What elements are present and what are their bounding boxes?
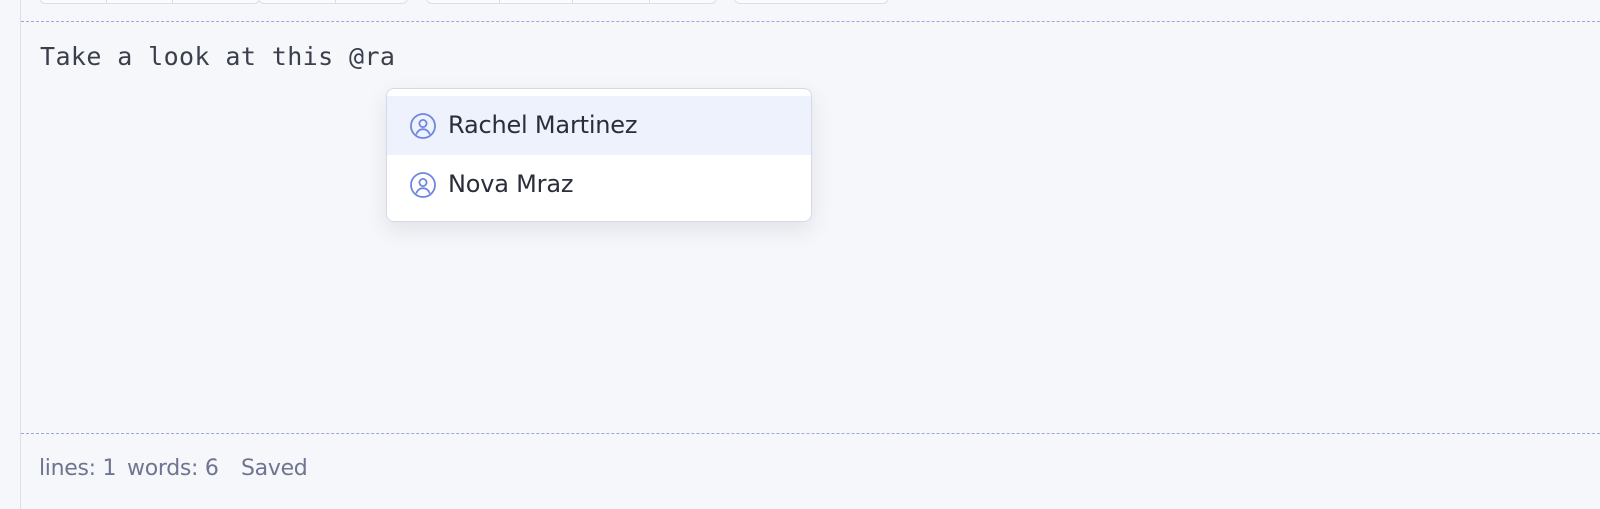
toolbar-button[interactable] <box>40 0 107 3</box>
mention-option-nova-mraz[interactable]: Nova Mraz <box>387 155 811 214</box>
toolbar-button[interactable] <box>500 0 573 3</box>
toolbar-group-1[interactable] <box>39 0 260 4</box>
toolbar-button[interactable] <box>650 0 716 3</box>
toolbar-button[interactable] <box>427 0 500 3</box>
toolbar-button[interactable] <box>173 0 239 3</box>
word-count: words: 6 <box>127 456 219 481</box>
toolbar-button[interactable] <box>107 0 173 3</box>
mention-option-rachel-martinez[interactable]: Rachel Martinez <box>387 96 811 155</box>
mention-option-name: Rachel Martinez <box>448 111 638 139</box>
mention-suggestion-popup: Rachel Martinez Nova Mraz <box>386 88 812 222</box>
toolbar-group-4[interactable] <box>734 0 889 4</box>
toolbar-button[interactable] <box>735 0 888 3</box>
mention-option-name: Nova Mraz <box>448 170 574 198</box>
toolbar <box>21 0 1600 21</box>
editor-textarea[interactable]: Take a look at this @ra <box>21 22 1600 442</box>
line-count: lines: 1 <box>39 456 117 481</box>
save-status: Saved <box>241 456 308 481</box>
editor-content[interactable]: Take a look at this @ra <box>40 42 395 71</box>
toolbar-group-3[interactable] <box>426 0 717 4</box>
toolbar-button[interactable] <box>573 0 650 3</box>
status-bar: lines: 1 words: 6 Saved <box>21 436 1600 509</box>
user-circle-icon <box>410 172 436 198</box>
user-circle-icon <box>410 113 436 139</box>
toolbar-button[interactable] <box>336 0 406 3</box>
toolbar-button[interactable] <box>259 0 336 3</box>
toolbar-group-2[interactable] <box>258 0 408 4</box>
status-bar-divider <box>21 433 1600 434</box>
